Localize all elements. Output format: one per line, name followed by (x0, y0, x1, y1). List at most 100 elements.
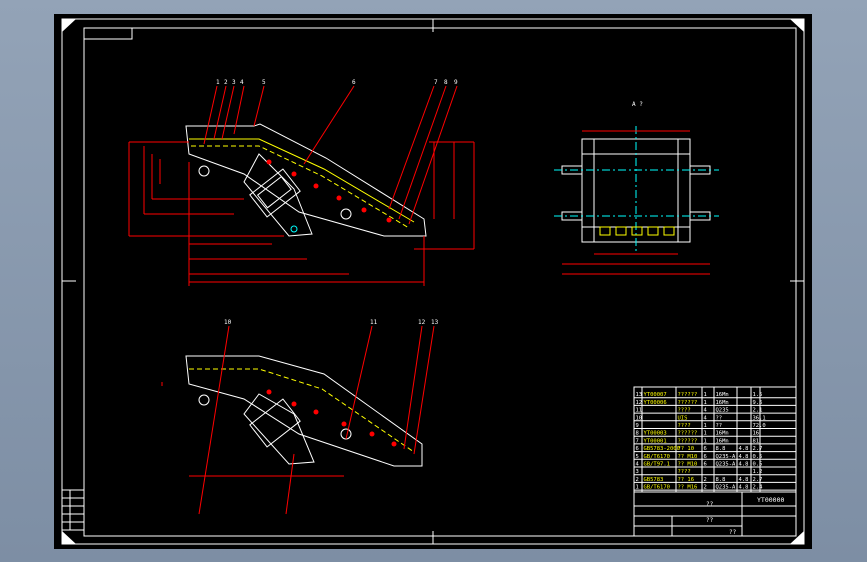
callout-label: 1 (216, 79, 220, 86)
bom-cell: Q235-A (716, 485, 737, 491)
callout-label: 9 (454, 79, 458, 86)
bom-cell: 16Mn (716, 392, 729, 398)
callout-label: 6 (352, 79, 356, 86)
title-block: YT00000 ?? ?? ?? (633, 491, 797, 537)
bom-cell: 2.7 (753, 477, 763, 483)
bom-cell: GB5783 (644, 477, 664, 483)
drawing-number-box (83, 27, 133, 40)
bom-cell: ?????? (678, 431, 698, 437)
bom-cell: ???? (678, 469, 691, 475)
bom-cell: 1 (704, 400, 707, 406)
bom-cell: 1 (704, 431, 707, 437)
bom-cell: ???? (678, 408, 691, 414)
bom-cell: 16 (753, 431, 760, 437)
bom-cell: YT00007 (644, 392, 667, 398)
bom-table: 13 YT00007?????? 1 16Mn 1.512 YT00006?????? 1 1… (633, 386, 797, 493)
bom-cell: 4.8 (739, 454, 749, 460)
bom-cell: 8.8 (716, 477, 726, 483)
callout-label: 12 (418, 319, 426, 326)
bom-cell: ?? M16 (678, 485, 698, 491)
bom-cell: 12 (636, 400, 643, 406)
revision-table (61, 489, 85, 531)
bom-cell: 4.8 (739, 446, 749, 452)
callout-label: 3 (232, 79, 236, 86)
bom-cell: 0.5 (753, 454, 763, 460)
bom-cell: ?? (716, 423, 723, 429)
part-number: YT00000 (757, 496, 784, 504)
bom-cell: GB/T6170 (644, 454, 671, 460)
callout-label: 2 (224, 79, 228, 86)
bom-cell: 2 (636, 477, 639, 483)
bom-cell: GB5783-2000 (644, 446, 680, 452)
bom-cell: Q235-A (716, 462, 737, 468)
bom-cell: 8 (636, 431, 639, 437)
bom-cell: 1 (704, 438, 707, 444)
callout-label: 4 (240, 79, 244, 86)
bom-cell: 2.7 (753, 446, 763, 452)
bom-cell: ?? M10 (678, 462, 698, 468)
corner-mark (62, 19, 76, 32)
bom-cell: 10 (636, 415, 643, 421)
company-name: ?? (706, 517, 714, 524)
view-label: A ? (632, 101, 643, 108)
bom-cell: 9 (636, 423, 639, 429)
bom-cell: ?????? (678, 392, 698, 398)
bom-cell: 16Mn (716, 400, 729, 406)
bom-cell: ?? (716, 415, 723, 421)
bom-cell: 3 (636, 469, 639, 475)
bom-cell: 16Mn (716, 438, 729, 444)
bom-cell: 1.5 (753, 392, 763, 398)
drawing-name: ?? (706, 501, 714, 508)
callout-label: 5 (262, 79, 266, 86)
bom-cell: Q235-A (716, 454, 737, 460)
bom-cell: 1 (636, 485, 639, 491)
bom-cell: ?? 10 (678, 446, 695, 452)
callout-label: 13 (431, 319, 439, 326)
window-background: 1 2 3 4 5 6 7 8 9 A ? 10 11 12 13 13 YT0… (0, 0, 867, 562)
bom-cell: YT00003 (644, 431, 667, 437)
bom-cell: 2 (704, 477, 707, 483)
bom-cell: 4.8 (739, 485, 749, 491)
cad-drawing: 1 2 3 4 5 6 7 8 9 A ? 10 11 12 13 13 YT0… (61, 18, 805, 545)
bom-cell: 1.2 (753, 469, 763, 475)
bom-cell: 6 (704, 454, 707, 460)
bom-cell: ?? M10 (678, 454, 698, 460)
bom-cell: 81 (753, 438, 760, 444)
bom-cell: GB/T97.1 (644, 462, 671, 468)
drawing-sheet[interactable]: 1 2 3 4 5 6 7 8 9 A ? 10 11 12 13 13 YT0… (54, 14, 812, 549)
bom-cell: Q235 (716, 408, 729, 414)
callout-label: 7 (434, 79, 438, 86)
bom-cell: YT00001 (644, 438, 667, 444)
front-view: A ? (554, 101, 719, 275)
side-view-top (128, 85, 475, 286)
bom-cell: 1 (704, 423, 707, 429)
bom-cell: ?????? (678, 400, 698, 406)
bom-cell: 11 (636, 408, 643, 414)
corner-mark (62, 531, 76, 544)
callout-label: 8 (444, 79, 448, 86)
bom-cell: GB/T6170 (644, 485, 671, 491)
bom-cell: 2.4 (753, 485, 764, 491)
bom-cell: ?????? (678, 438, 698, 444)
bom-cell: 16Mn (716, 431, 729, 437)
callout-label: 11 (370, 319, 378, 326)
bom-cell: 7 (636, 438, 639, 444)
bom-cell: 13 (636, 392, 643, 398)
corner-mark (790, 19, 804, 32)
bom-cell: 0.5 (753, 462, 763, 468)
callout-label: 10 (224, 319, 232, 326)
bom-cell: 6 (636, 446, 639, 452)
bom-cell: 4.8 (739, 477, 749, 483)
bom-cell: UIS (678, 415, 688, 421)
bom-cell: ???? (678, 423, 691, 429)
bom-cell: 6 (704, 446, 707, 452)
scale-note: ?? (729, 529, 737, 536)
bom-cell: 4.8 (739, 462, 749, 468)
bom-cell: ?? 16 (678, 477, 695, 483)
bom-cell: 2 (704, 485, 707, 491)
bom-cell: 1 (704, 392, 707, 398)
bom-cell: YT00006 (644, 400, 667, 406)
bom-cell: 8.8 (716, 446, 726, 452)
bom-cell: 2.1 (753, 408, 763, 414)
bom-cell: 72.0 (753, 423, 766, 429)
